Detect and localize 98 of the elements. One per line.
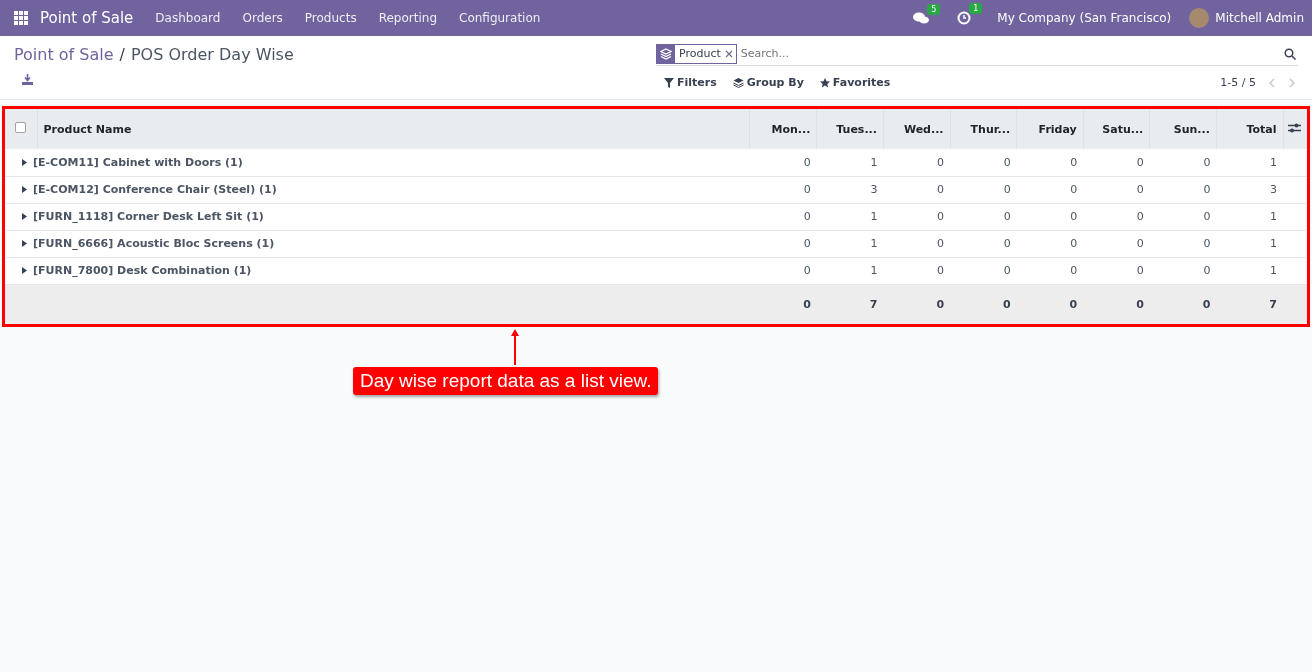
expand-toggle[interactable] — [21, 264, 27, 277]
message-count: 5 — [927, 3, 941, 15]
group-row-name[interactable]: [E-COM12] Conference Chair (Steel) (1) — [33, 183, 277, 196]
table-cell: 0 — [1149, 149, 1217, 176]
table-cell: 0 — [883, 176, 951, 203]
table-cell: 0 — [950, 203, 1017, 230]
menu-item[interactable]: Orders — [242, 11, 283, 25]
column-header[interactable]: Tues... — [816, 109, 884, 149]
total-cell: 7 — [816, 284, 884, 324]
table-cell: 1 — [816, 149, 884, 176]
search-option[interactable]: Filters — [656, 72, 725, 93]
table-cell: 0 — [1016, 257, 1084, 284]
total-cell: 0 — [1016, 284, 1084, 324]
table-cell: 0 — [1083, 203, 1150, 230]
breadcrumb-item: POS Order Day Wise — [130, 44, 294, 64]
table-cell: 3 — [816, 176, 884, 203]
group-row-name[interactable]: [E-COM11] Cabinet with Doors (1) — [33, 155, 243, 169]
table-cell: 1 — [1216, 230, 1283, 257]
table-cell: 0 — [950, 149, 1017, 176]
settings-sliders-icon[interactable] — [1287, 121, 1301, 134]
user-name[interactable]: Mitchell Admin — [1215, 11, 1304, 25]
expand-toggle[interactable] — [21, 237, 27, 250]
table-cell: 0 — [883, 149, 951, 176]
filter-icon — [664, 77, 674, 88]
menu-item[interactable]: Dashboard — [155, 11, 221, 25]
annotation-callout: Day wise report data as a list view. — [353, 367, 659, 395]
annotation-arrow — [510, 327, 520, 365]
breadcrumb-item[interactable]: Point of Sale — [14, 44, 114, 64]
menu-item[interactable]: Reporting — [378, 11, 437, 25]
close-icon[interactable] — [724, 49, 733, 58]
column-header[interactable]: Thur... — [950, 109, 1017, 149]
table-cell: 0 — [1083, 257, 1150, 284]
breadcrumb-separator: / — [119, 44, 125, 64]
expand-toggle[interactable] — [21, 210, 27, 223]
table-cell: 0 — [1083, 230, 1150, 257]
group-row-name[interactable]: [FURN_6666] Acoustic Bloc Screens (1) — [33, 237, 275, 250]
column-header[interactable]: Friday — [1016, 109, 1084, 149]
table-cell: 1 — [816, 203, 884, 230]
table-cell: 1 — [1216, 203, 1283, 230]
table-cell: 0 — [1083, 149, 1150, 176]
column-header[interactable]: Mon... — [749, 109, 817, 149]
search-facet[interactable]: Product — [656, 43, 737, 64]
total-cell: 0 — [883, 284, 951, 324]
activity-count: 1 — [969, 3, 983, 14]
column-header[interactable]: Satu... — [1083, 109, 1150, 149]
table-cell: 1 — [816, 230, 884, 257]
table-cell: 0 — [950, 257, 1017, 284]
layers-icon — [732, 77, 744, 88]
table-cell: 0 — [749, 230, 817, 257]
layers-icon — [660, 47, 672, 60]
table-cell: 0 — [749, 149, 817, 176]
chat-icon[interactable] — [913, 11, 930, 25]
pager[interactable]: 1-5 / 5 — [1220, 76, 1256, 89]
total-cell: 0 — [950, 284, 1017, 324]
table-cell: 0 — [749, 176, 817, 203]
total-cell: 0 — [749, 284, 817, 324]
table-cell: 0 — [1149, 176, 1217, 203]
table-cell: 0 — [1083, 176, 1150, 203]
total-cell: 7 — [1216, 284, 1283, 324]
table-cell: 0 — [883, 257, 951, 284]
table-cell: 0 — [1016, 230, 1084, 257]
menu-item[interactable]: Configuration — [459, 11, 541, 25]
select-all-checkbox[interactable] — [15, 122, 26, 133]
total-cell: 0 — [1149, 284, 1217, 324]
total-cell: 0 — [1083, 284, 1150, 324]
table-cell: 0 — [883, 203, 951, 230]
table-cell: 1 — [1216, 149, 1283, 176]
menu-item[interactable]: Products — [304, 11, 357, 25]
table-cell: 1 — [816, 257, 884, 284]
table-cell: 0 — [950, 230, 1017, 257]
table-cell: 1 — [1216, 257, 1283, 284]
table-cell: 0 — [749, 203, 817, 230]
table-cell: 0 — [950, 176, 1017, 203]
table-cell: 0 — [749, 257, 817, 284]
company-name[interactable]: My Company (San Francisco) — [997, 11, 1172, 25]
expand-toggle[interactable] — [21, 183, 27, 196]
table-cell: 0 — [1016, 149, 1084, 176]
apps-grid-icon[interactable] — [14, 11, 28, 25]
group-row-name[interactable]: [FURN_1118] Corner Desk Left Sit (1) — [33, 210, 264, 223]
table-cell: 0 — [1016, 203, 1084, 230]
app-name[interactable]: Point of Sale — [40, 9, 134, 27]
download-icon[interactable] — [20, 72, 35, 87]
table-cell: 3 — [1216, 176, 1283, 203]
table-cell: 0 — [1149, 257, 1217, 284]
table-cell: 0 — [883, 230, 951, 257]
column-header[interactable]: Wed... — [883, 109, 951, 149]
clock-icon[interactable] — [957, 11, 972, 25]
search-field[interactable]: Search... — [736, 46, 1282, 61]
search-option[interactable]: Favorites — [811, 72, 899, 93]
table-cell: 0 — [1149, 203, 1217, 230]
star-icon — [819, 77, 830, 88]
group-row-name[interactable]: [FURN_7800] Desk Combination (1) — [33, 264, 252, 277]
table-cell: 0 — [1149, 230, 1217, 257]
table-cell: 0 — [1016, 176, 1084, 203]
column-header[interactable]: Sun... — [1149, 109, 1217, 149]
column-header[interactable]: Product Name — [37, 109, 750, 149]
search-option[interactable]: Group By — [724, 72, 812, 93]
column-header[interactable]: Total — [1216, 109, 1283, 149]
